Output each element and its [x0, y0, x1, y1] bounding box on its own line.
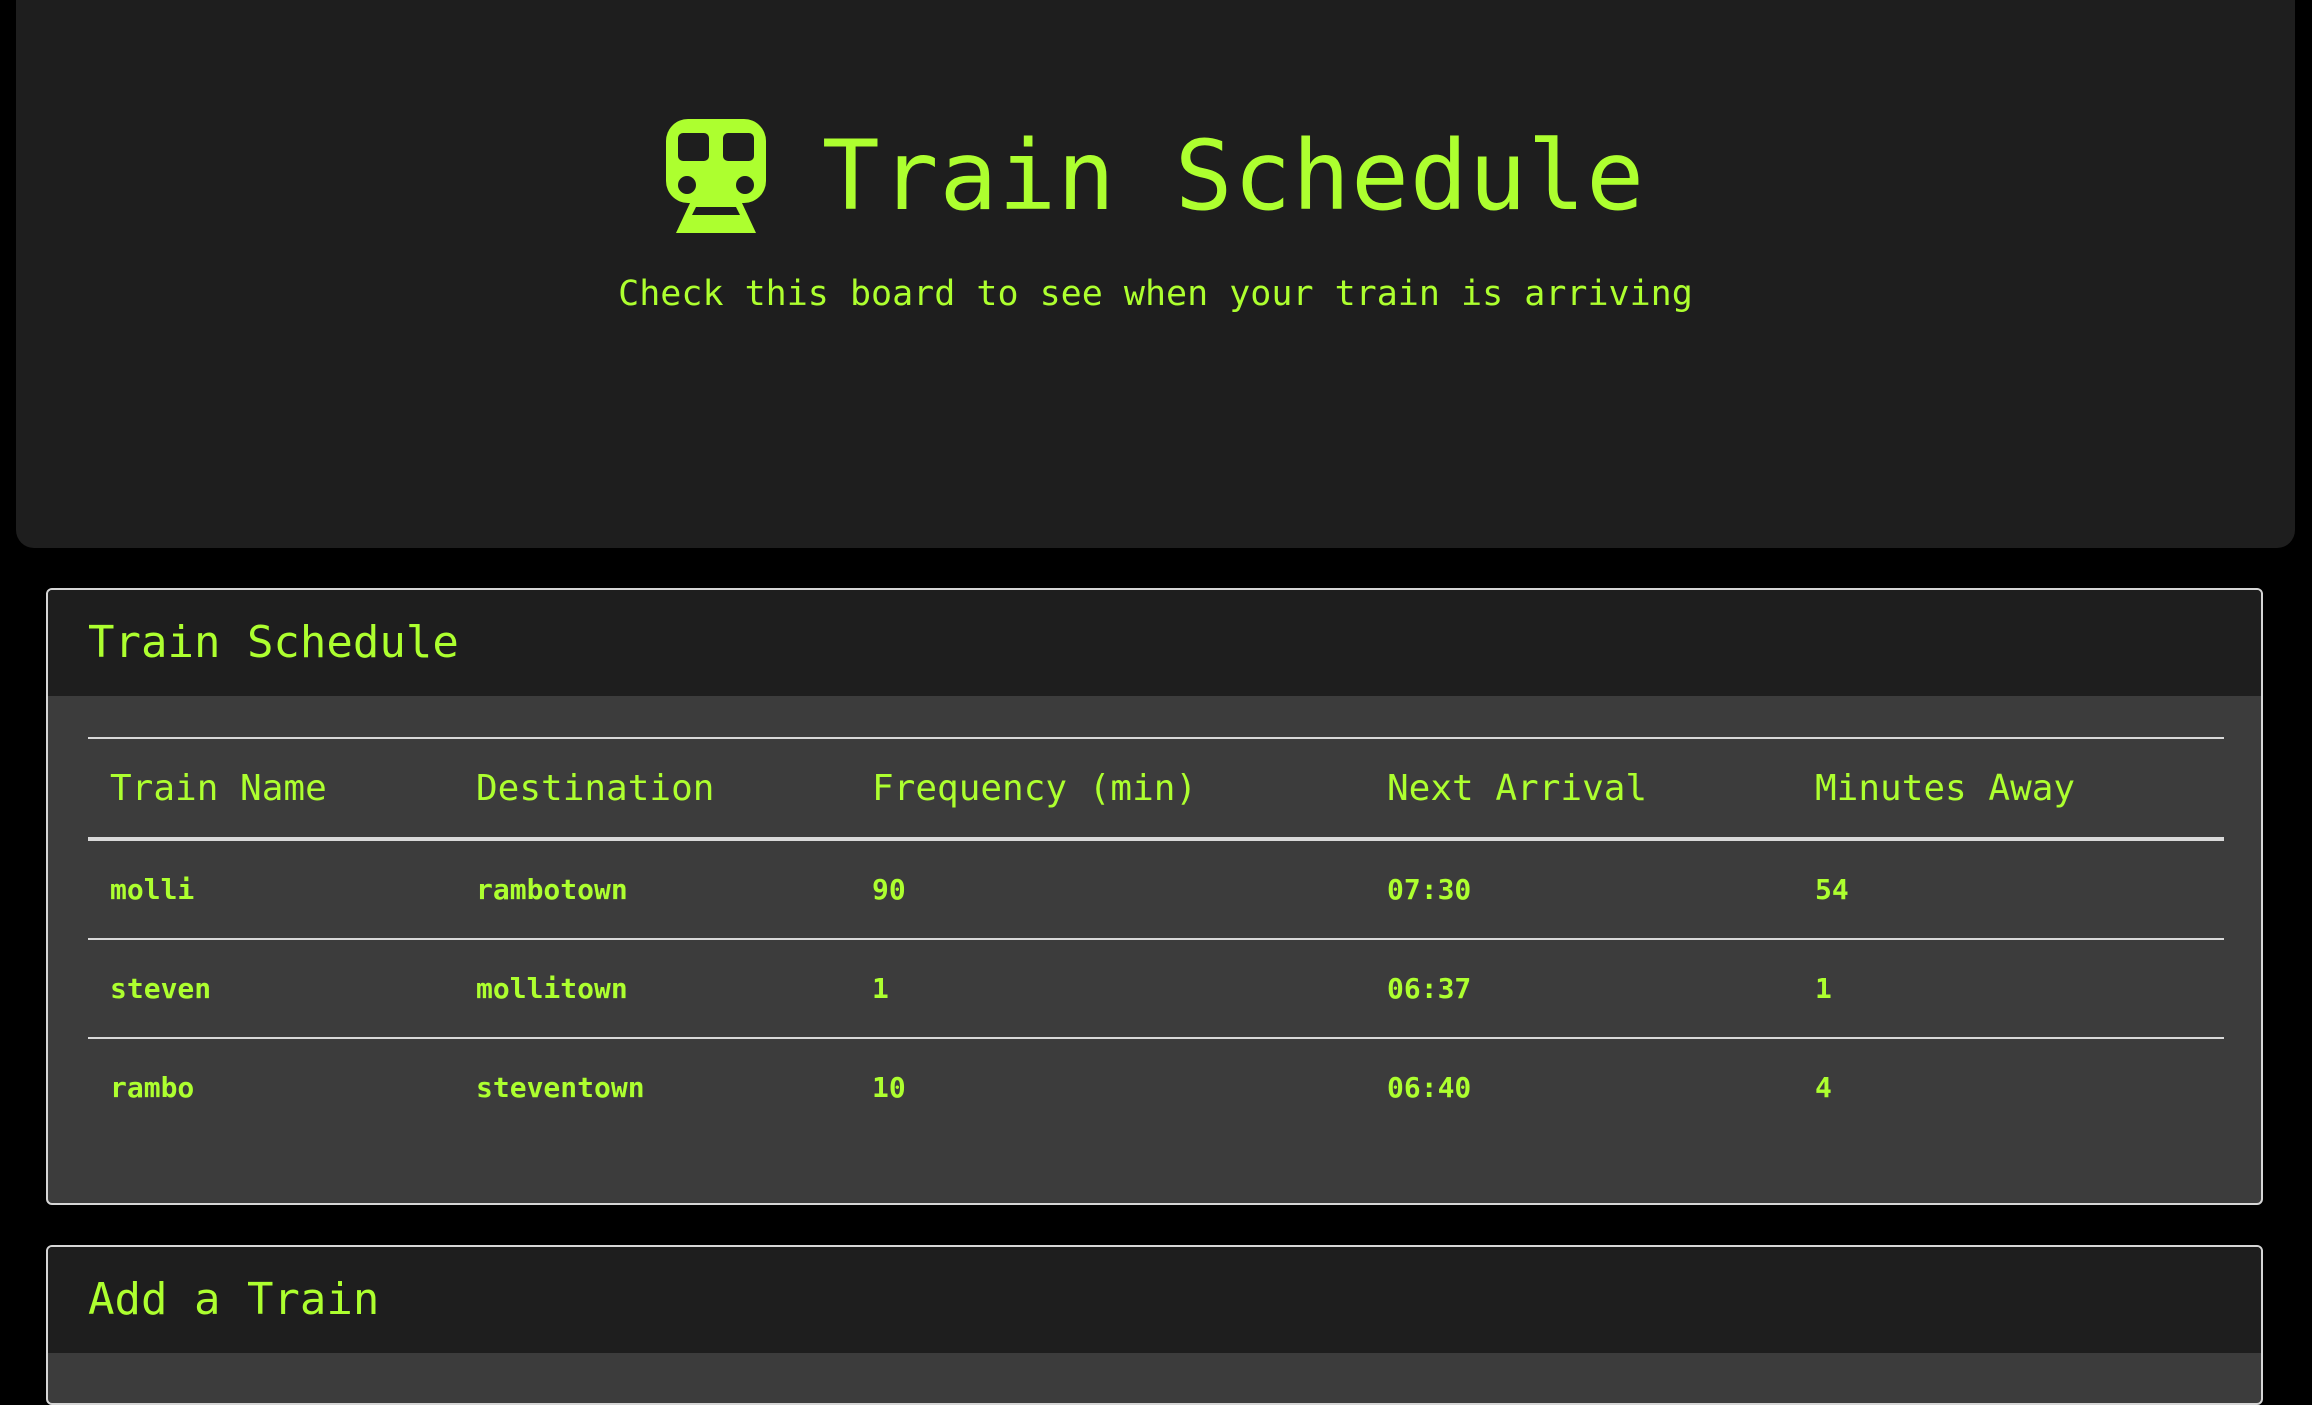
table-row: steven mollitown 1 06:37 1	[88, 939, 2224, 1039]
column-header-frequency: Frequency (min)	[850, 737, 1365, 841]
cell-destination: mollitown	[454, 939, 850, 1039]
cell-minutes-away: 4	[1815, 1071, 1832, 1104]
schedule-panel-heading: Train Schedule	[48, 590, 2261, 696]
schedule-table-wrap: Train Name Destination Frequency (min) N…	[88, 737, 2224, 1136]
train-icon	[665, 119, 766, 233]
column-header-minutes-away: Minutes Away	[1793, 737, 2224, 841]
cell-next-arrival: 07:30	[1365, 839, 1793, 940]
jumbotron-header: Train Schedule Check this board to see w…	[16, 0, 2295, 548]
cell-frequency: 10	[872, 1071, 906, 1104]
cell-train-name: steven	[88, 939, 454, 1039]
cell-minutes-away: 54	[1793, 839, 2224, 940]
table-row: molli rambotown 90 07:30 54	[88, 839, 2224, 940]
cell-next-arrival: 06:37	[1365, 939, 1793, 1039]
add-train-panel-heading: Add a Train	[48, 1247, 2261, 1353]
table-header-row: Train Name Destination Frequency (min) N…	[88, 737, 2224, 841]
schedule-table: Train Name Destination Frequency (min) N…	[88, 737, 2224, 1136]
cell-frequency: 90	[850, 839, 1365, 940]
table-row: rambo steventown 10 06:40 4	[88, 1038, 2224, 1136]
cell-train-name: rambo	[110, 1071, 195, 1104]
column-header-train-name: Train Name	[88, 737, 454, 841]
schedule-panel: Train Schedule Train Name Destination Fr…	[46, 588, 2263, 1205]
page-title: Train Schedule	[821, 120, 1646, 232]
page-subtitle: Check this board to see when your train …	[618, 274, 1693, 314]
column-header-next-arrival: Next Arrival	[1365, 737, 1793, 841]
cell-destination: rambotown	[454, 839, 850, 940]
cell-destination: steventown	[476, 1071, 645, 1104]
title-row: Train Schedule	[16, 118, 2295, 234]
column-header-destination: Destination	[454, 737, 850, 841]
cell-minutes-away: 1	[1793, 939, 2224, 1039]
cell-next-arrival: 06:40	[1387, 1071, 1472, 1104]
cell-frequency: 1	[850, 939, 1365, 1039]
cell-train-name: molli	[88, 839, 454, 940]
add-train-panel: Add a Train	[46, 1245, 2263, 1405]
